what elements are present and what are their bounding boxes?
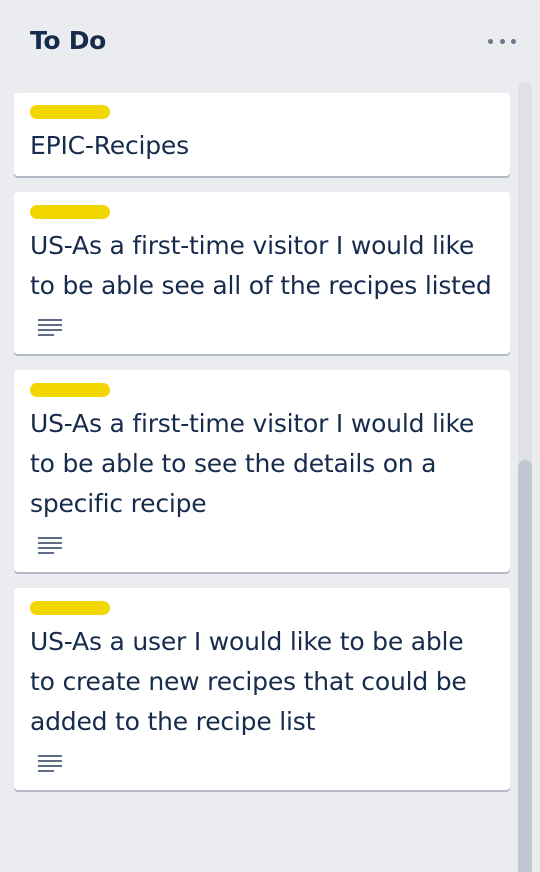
card-title: US-As a first-time visitor I would like … bbox=[30, 231, 492, 300]
ellipsis-dot bbox=[499, 38, 505, 44]
card-title: US-As a first-time visitor I would like … bbox=[30, 409, 475, 518]
card-epic-recipes[interactable]: EPIC-Recipes bbox=[14, 93, 510, 176]
card-recipe-details[interactable]: US-As a first-time visitor I would like … bbox=[14, 370, 510, 572]
list-title[interactable]: To Do bbox=[30, 24, 106, 58]
scrollbar-thumb[interactable] bbox=[518, 460, 532, 872]
description-icon bbox=[38, 319, 62, 336]
description-icon bbox=[38, 537, 62, 554]
list-header: To Do bbox=[0, 0, 540, 82]
todo-list: To Do EPIC-Recipes US-As a first-time vi… bbox=[0, 0, 540, 872]
card-label-yellow[interactable] bbox=[30, 205, 110, 219]
card-title: US-As a user I would like to be able to … bbox=[30, 627, 467, 736]
card-label-yellow[interactable] bbox=[30, 383, 110, 397]
card-label-yellow[interactable] bbox=[30, 105, 110, 119]
ellipsis-icon[interactable] bbox=[488, 37, 516, 45]
card-create-recipes[interactable]: US-As a user I would like to be able to … bbox=[14, 588, 510, 790]
card-see-all-recipes[interactable]: US-As a first-time visitor I would like … bbox=[14, 192, 510, 354]
description-icon bbox=[38, 755, 62, 772]
card-list: EPIC-Recipes US-As a first-time visitor … bbox=[14, 93, 510, 806]
ellipsis-dot bbox=[488, 38, 493, 44]
card-title: EPIC-Recipes bbox=[30, 131, 189, 160]
ellipsis-dot bbox=[511, 38, 516, 44]
card-label-yellow[interactable] bbox=[30, 601, 110, 615]
